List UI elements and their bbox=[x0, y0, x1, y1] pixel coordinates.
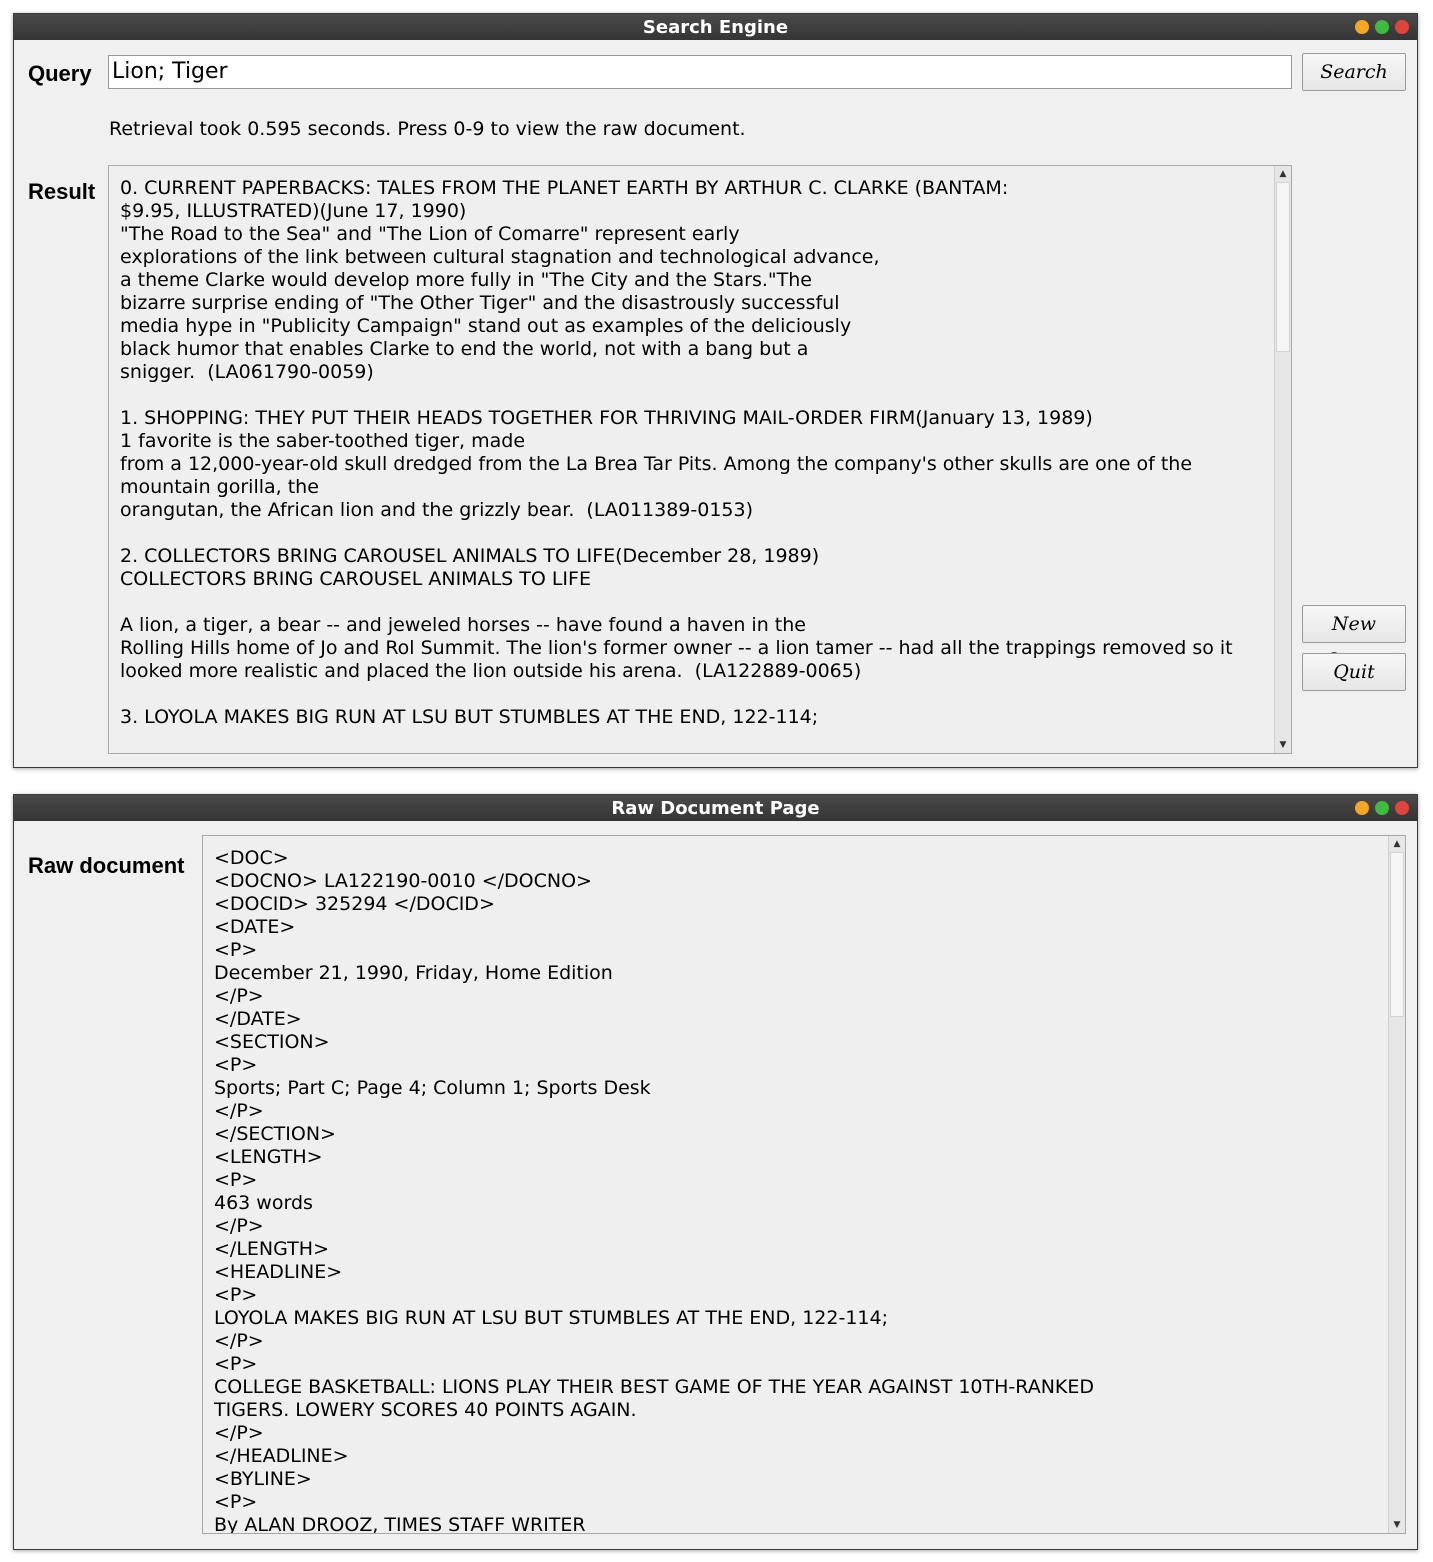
raw-document-window: Raw Document Page Raw document <DOC> <DO… bbox=[13, 794, 1418, 1550]
scroll-up-icon[interactable]: ▲ bbox=[1275, 166, 1291, 182]
scroll-up-icon[interactable]: ▲ bbox=[1389, 836, 1405, 852]
minimize-icon[interactable] bbox=[1355, 801, 1369, 815]
window-controls bbox=[1349, 801, 1409, 815]
result-scroll-thumb[interactable] bbox=[1276, 182, 1290, 352]
result-text: 0. CURRENT PAPERBACKS: TALES FROM THE PL… bbox=[120, 177, 1233, 728]
result-textarea[interactable]: 0. CURRENT PAPERBACKS: TALES FROM THE PL… bbox=[108, 165, 1292, 754]
maximize-icon[interactable] bbox=[1375, 20, 1389, 34]
maximize-icon[interactable] bbox=[1375, 801, 1389, 815]
query-input[interactable]: Lion; Tiger bbox=[108, 55, 1292, 89]
new-query-button[interactable]: New Query bbox=[1302, 605, 1406, 671]
close-icon[interactable] bbox=[1395, 20, 1409, 34]
minimize-icon[interactable] bbox=[1355, 20, 1369, 34]
quit-button[interactable]: Quit bbox=[1302, 653, 1406, 691]
scroll-down-icon[interactable]: ▼ bbox=[1275, 737, 1291, 753]
search-window-title: Search Engine bbox=[642, 17, 789, 38]
raw-window-titlebar[interactable]: Raw Document Page bbox=[14, 795, 1417, 821]
raw-scrollbar[interactable]: ▲ ▼ bbox=[1388, 836, 1405, 1533]
query-label: Query bbox=[28, 61, 92, 86]
search-button[interactable]: Search bbox=[1302, 53, 1406, 91]
scroll-down-icon[interactable]: ▼ bbox=[1389, 1517, 1405, 1533]
result-label: Result bbox=[28, 179, 96, 204]
raw-document-textarea[interactable]: <DOC> <DOCNO> LA122190-0010 </DOCNO> <DO… bbox=[202, 835, 1406, 1534]
raw-document-text: <DOC> <DOCNO> LA122190-0010 </DOCNO> <DO… bbox=[214, 847, 1095, 1534]
search-engine-window: Search Engine Query Lion; Tiger Search R… bbox=[13, 13, 1418, 768]
result-scrollbar[interactable]: ▲ ▼ bbox=[1274, 166, 1291, 753]
window-controls bbox=[1349, 20, 1409, 34]
raw-scroll-thumb[interactable] bbox=[1390, 852, 1404, 1017]
search-window-titlebar[interactable]: Search Engine bbox=[14, 14, 1417, 40]
close-icon[interactable] bbox=[1395, 801, 1409, 815]
status-text: Retrieval took 0.595 seconds. Press 0-9 … bbox=[109, 118, 746, 140]
raw-document-label: Raw document bbox=[28, 853, 185, 878]
raw-window-title: Raw Document Page bbox=[611, 798, 820, 819]
